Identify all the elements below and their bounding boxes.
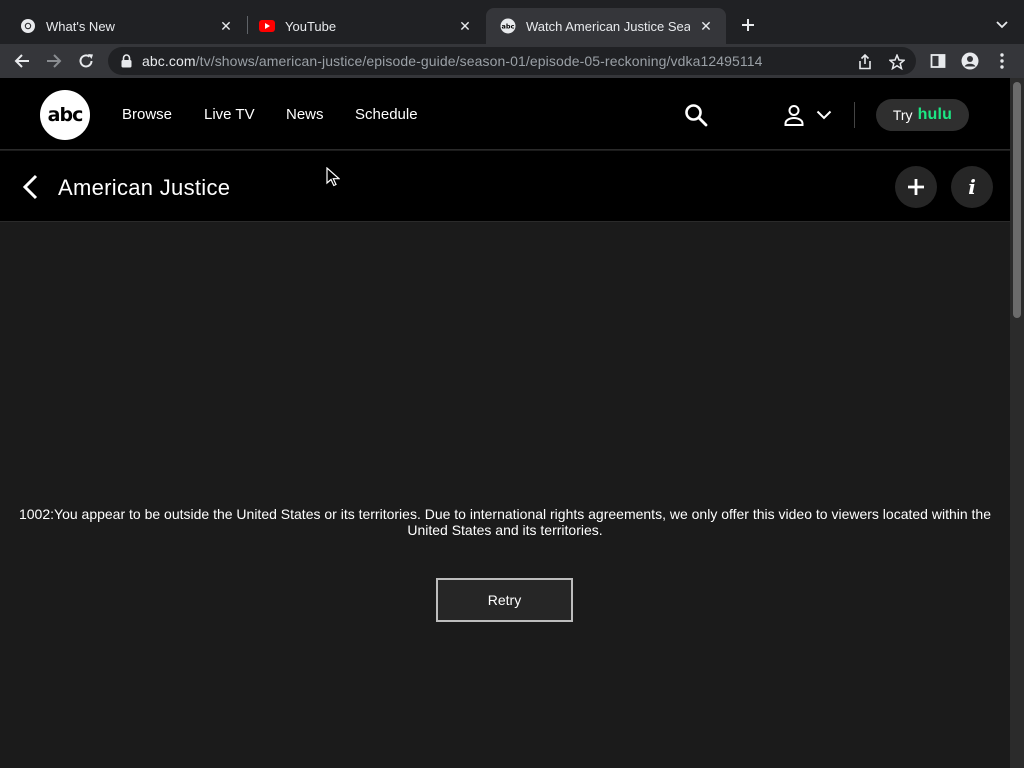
close-icon[interactable]: ✕	[698, 18, 714, 34]
show-title-bar: American Justice i	[0, 151, 1010, 222]
share-icon[interactable]	[856, 53, 874, 71]
chrome-icon	[20, 18, 36, 34]
bookmark-star-icon[interactable]	[888, 53, 906, 71]
back-to-show-button[interactable]	[18, 173, 42, 201]
abc-logo[interactable]: abc	[40, 90, 90, 140]
account-menu-button[interactable]	[783, 101, 835, 129]
back-button[interactable]	[10, 49, 34, 73]
scrollbar-thumb[interactable]	[1013, 82, 1021, 318]
search-button[interactable]	[683, 102, 709, 128]
nav-news[interactable]: News	[286, 106, 324, 123]
browser-tab-strip: What's New ✕ YouTube ✕ abc Watch America…	[0, 0, 1024, 44]
nav-live-tv[interactable]: Live TV	[204, 106, 255, 123]
site-header: abc Browse Live TV News Schedule Try hul…	[0, 78, 1010, 150]
new-tab-button[interactable]	[737, 14, 759, 36]
tab-title: Watch American Justice Season	[526, 18, 690, 34]
nav-browse[interactable]: Browse	[122, 106, 172, 123]
add-to-list-button[interactable]	[895, 166, 937, 208]
browser-toolbar: abc.com/tv/shows/american-justice/episod…	[0, 44, 1024, 78]
try-hulu-button[interactable]: Try hulu	[876, 99, 969, 131]
close-icon[interactable]: ✕	[457, 18, 473, 34]
side-panel-icon	[930, 54, 946, 68]
plus-icon	[742, 19, 754, 31]
try-label: Try	[892, 107, 913, 123]
chevron-down-icon	[996, 21, 1008, 29]
mouse-cursor-icon	[326, 167, 340, 187]
arrow-left-icon	[14, 54, 29, 68]
kebab-menu-icon	[1000, 53, 1004, 69]
tab-american-justice[interactable]: abc Watch American Justice Season ✕	[486, 8, 726, 44]
chevron-down-icon	[816, 110, 832, 120]
info-button[interactable]: i	[951, 166, 993, 208]
geo-restriction-error-message: 1002:You appear to be outside the United…	[18, 506, 991, 538]
show-title: American Justice	[58, 175, 231, 200]
lock-icon[interactable]	[118, 53, 134, 69]
abc-favicon-icon: abc	[500, 18, 516, 34]
side-panel-button[interactable]	[926, 49, 950, 73]
browser-menu-button[interactable]	[990, 49, 1014, 73]
reload-button[interactable]	[74, 49, 98, 73]
url-host: abc.com	[142, 53, 196, 69]
plus-icon	[908, 179, 924, 195]
profile-button[interactable]	[958, 49, 982, 73]
close-icon[interactable]: ✕	[218, 18, 234, 34]
user-icon	[784, 105, 804, 126]
header-divider	[854, 102, 855, 128]
url-text: abc.com/tv/shows/american-justice/episod…	[142, 53, 763, 69]
arrow-right-icon	[47, 54, 62, 68]
info-icon: i	[968, 175, 976, 199]
nav-schedule[interactable]: Schedule	[355, 106, 418, 123]
youtube-icon	[259, 18, 275, 34]
tab-title: YouTube	[285, 18, 337, 34]
search-icon	[685, 104, 708, 127]
tab-search-button[interactable]	[992, 16, 1012, 34]
tab-title: What's New	[46, 18, 115, 34]
chevron-left-icon	[22, 174, 38, 200]
retry-button[interactable]: Retry	[436, 578, 573, 622]
page-scrollbar[interactable]	[1010, 78, 1024, 768]
reload-icon	[79, 54, 93, 68]
hulu-logo: hulu	[917, 106, 953, 123]
address-bar[interactable]: abc.com/tv/shows/american-justice/episod…	[108, 47, 916, 75]
svg-text:abc: abc	[502, 23, 515, 31]
tab-whats-new[interactable]: What's New ✕	[6, 8, 246, 44]
forward-button[interactable]	[42, 49, 66, 73]
tab-youtube[interactable]: YouTube ✕	[245, 8, 485, 44]
profile-icon	[961, 52, 979, 70]
video-player: 1002:You appear to be outside the United…	[0, 223, 1010, 768]
url-path: /tv/shows/american-justice/episode-guide…	[195, 53, 763, 69]
